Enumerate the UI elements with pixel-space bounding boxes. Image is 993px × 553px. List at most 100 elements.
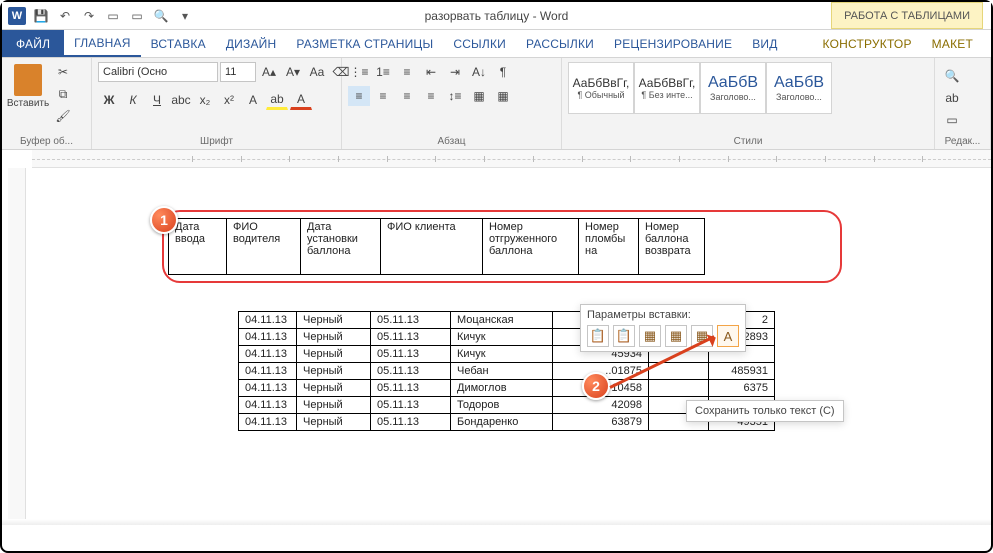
select-icon[interactable]: ▭ — [941, 110, 963, 130]
table-cell[interactable]: 04.11.13 — [239, 329, 297, 346]
find-icon[interactable]: 🔍 — [941, 66, 963, 86]
tab-file[interactable]: ФАЙЛ — [2, 30, 64, 57]
table-cell[interactable]: 6375 — [709, 380, 775, 397]
new-icon[interactable]: ▭ — [102, 5, 124, 27]
sort-icon[interactable]: A↓ — [468, 62, 490, 82]
highlight-icon[interactable]: ab — [266, 90, 288, 110]
tab-mailings[interactable]: РАССЫЛКИ — [516, 30, 604, 57]
subscript-button[interactable]: x₂ — [194, 90, 216, 110]
table-cell[interactable]: 04.11.13 — [239, 312, 297, 329]
italic-button[interactable]: К — [122, 90, 144, 110]
borders-icon[interactable]: ▦ — [492, 86, 514, 106]
table-header[interactable]: Дата ввода ФИО водителя Дата установки б… — [168, 218, 705, 275]
style-heading1[interactable]: АаБбВЗаголово... — [700, 62, 766, 114]
decrease-font-icon[interactable]: A▾ — [282, 62, 304, 82]
align-left-icon[interactable]: ≡ — [348, 86, 370, 106]
style-no-spacing[interactable]: АаБбВвГг,¶ Без инте... — [634, 62, 700, 114]
paste-merge-icon[interactable]: 📋 — [613, 325, 635, 347]
table-cell[interactable]: 05.11.13 — [371, 346, 451, 363]
table-row[interactable]: 04.11.13Черный05.11.13Димоглов104586375 — [239, 380, 775, 397]
table-cell[interactable]: Черный — [297, 414, 371, 431]
bold-button[interactable]: Ж — [98, 90, 120, 110]
paste-nest-icon[interactable]: ▦ — [639, 325, 661, 347]
underline-button[interactable]: Ч — [146, 90, 168, 110]
align-right-icon[interactable]: ≡ — [396, 86, 418, 106]
col-header[interactable]: ФИО водителя — [227, 219, 301, 275]
paste-keep-source-icon[interactable]: 📋 — [587, 325, 609, 347]
table-cell[interactable]: 04.11.13 — [239, 363, 297, 380]
table-cell[interactable]: 05.11.13 — [371, 363, 451, 380]
table-cell[interactable]: 05.11.13 — [371, 397, 451, 414]
paste-new-rows-icon[interactable]: ▦ — [665, 325, 687, 347]
qat-dropdown-icon[interactable]: ▾ — [174, 5, 196, 27]
styles-gallery[interactable]: АаБбВвГг,¶ Обычный АаБбВвГг,¶ Без инте..… — [568, 62, 832, 114]
text-effects-icon[interactable]: A — [242, 90, 264, 110]
table-cell[interactable]: Моцанская — [451, 312, 553, 329]
table-cell[interactable]: Черный — [297, 346, 371, 363]
table-cell[interactable]: 485931 — [709, 363, 775, 380]
tab-table-design[interactable]: КОНСТРУКТОР — [813, 30, 922, 57]
open-icon[interactable]: ▭ — [126, 5, 148, 27]
tab-design[interactable]: ДИЗАЙН — [216, 30, 287, 57]
multilevel-icon[interactable]: ≡ — [396, 62, 418, 82]
table-cell[interactable]: Бондаренко — [451, 414, 553, 431]
align-center-icon[interactable]: ≡ — [372, 86, 394, 106]
superscript-button[interactable]: x² — [218, 90, 240, 110]
decrease-indent-icon[interactable]: ⇤ — [420, 62, 442, 82]
undo-icon[interactable]: ↶ — [54, 5, 76, 27]
bullets-icon[interactable]: ⋮≡ — [348, 62, 370, 82]
font-name-combo[interactable]: Calibri (Осно — [98, 62, 218, 82]
col-header[interactable]: Номер пломбы на — [579, 219, 639, 275]
cut-button[interactable]: ✂ — [52, 62, 74, 82]
style-normal[interactable]: АаБбВвГг,¶ Обычный — [568, 62, 634, 114]
line-spacing-icon[interactable]: ↕≡ — [444, 86, 466, 106]
table-cell[interactable]: 05.11.13 — [371, 312, 451, 329]
tab-page-layout[interactable]: РАЗМЕТКА СТРАНИЦЫ — [286, 30, 443, 57]
tab-references[interactable]: ССЫЛКИ — [443, 30, 516, 57]
font-size-combo[interactable]: 11 — [220, 62, 256, 82]
document-page[interactable]: 1 Дата ввода ФИО водителя Дата установки… — [162, 210, 842, 431]
table-cell[interactable]: 04.11.13 — [239, 380, 297, 397]
strike-button[interactable]: abc — [170, 90, 192, 110]
redo-icon[interactable]: ↷ — [78, 5, 100, 27]
table-cell[interactable]: 05.11.13 — [371, 414, 451, 431]
table-cell[interactable]: 05.11.13 — [371, 329, 451, 346]
table-cell[interactable]: 63879 — [553, 414, 649, 431]
copy-button[interactable]: ⧉ — [52, 84, 74, 104]
tab-view[interactable]: ВИД — [742, 30, 787, 57]
table-cell[interactable]: Кичук — [451, 329, 553, 346]
col-header[interactable]: Номер отгруженного баллона — [483, 219, 579, 275]
table-cell[interactable]: Черный — [297, 312, 371, 329]
table-cell[interactable] — [649, 380, 709, 397]
justify-icon[interactable]: ≡ — [420, 86, 442, 106]
horizontal-ruler[interactable] — [32, 150, 991, 168]
increase-font-icon[interactable]: A▴ — [258, 62, 280, 82]
table-cell[interactable]: Черный — [297, 397, 371, 414]
replace-icon[interactable]: ab — [941, 88, 963, 108]
table-row[interactable]: 04.11.13Черный05.11.13Чебан..01875485931 — [239, 363, 775, 380]
tab-insert[interactable]: ВСТАВКА — [141, 30, 216, 57]
font-color-icon[interactable]: A — [290, 90, 312, 110]
table-cell[interactable]: 04.11.13 — [239, 346, 297, 363]
table-cell[interactable]: Кичук — [451, 346, 553, 363]
table-cell[interactable]: 04.11.13 — [239, 397, 297, 414]
tab-table-layout[interactable]: МАКЕТ — [922, 30, 983, 57]
format-painter-button[interactable]: 🖌 — [52, 106, 74, 126]
col-header[interactable]: Дата установки баллона — [301, 219, 381, 275]
paste-button[interactable]: Вставить — [8, 62, 48, 122]
tab-home[interactable]: ГЛАВНАЯ — [64, 30, 140, 57]
save-icon[interactable]: 💾 — [30, 5, 52, 27]
table-cell[interactable]: 04.11.13 — [239, 414, 297, 431]
tab-review[interactable]: РЕЦЕНЗИРОВАНИЕ — [604, 30, 742, 57]
table-cell[interactable]: Тодоров — [451, 397, 553, 414]
word-app-icon[interactable]: W — [6, 5, 28, 27]
table-cell[interactable]: 05.11.13 — [371, 380, 451, 397]
col-header[interactable]: Номер баллона возврата — [639, 219, 705, 275]
vertical-ruler[interactable] — [8, 168, 26, 525]
col-header[interactable]: Дата ввода — [169, 219, 227, 275]
table-cell[interactable]: Черный — [297, 329, 371, 346]
table-cell[interactable]: Черный — [297, 380, 371, 397]
col-header[interactable]: ФИО клиента — [381, 219, 483, 275]
show-marks-icon[interactable]: ¶ — [492, 62, 514, 82]
shading-icon[interactable]: ▦ — [468, 86, 490, 106]
